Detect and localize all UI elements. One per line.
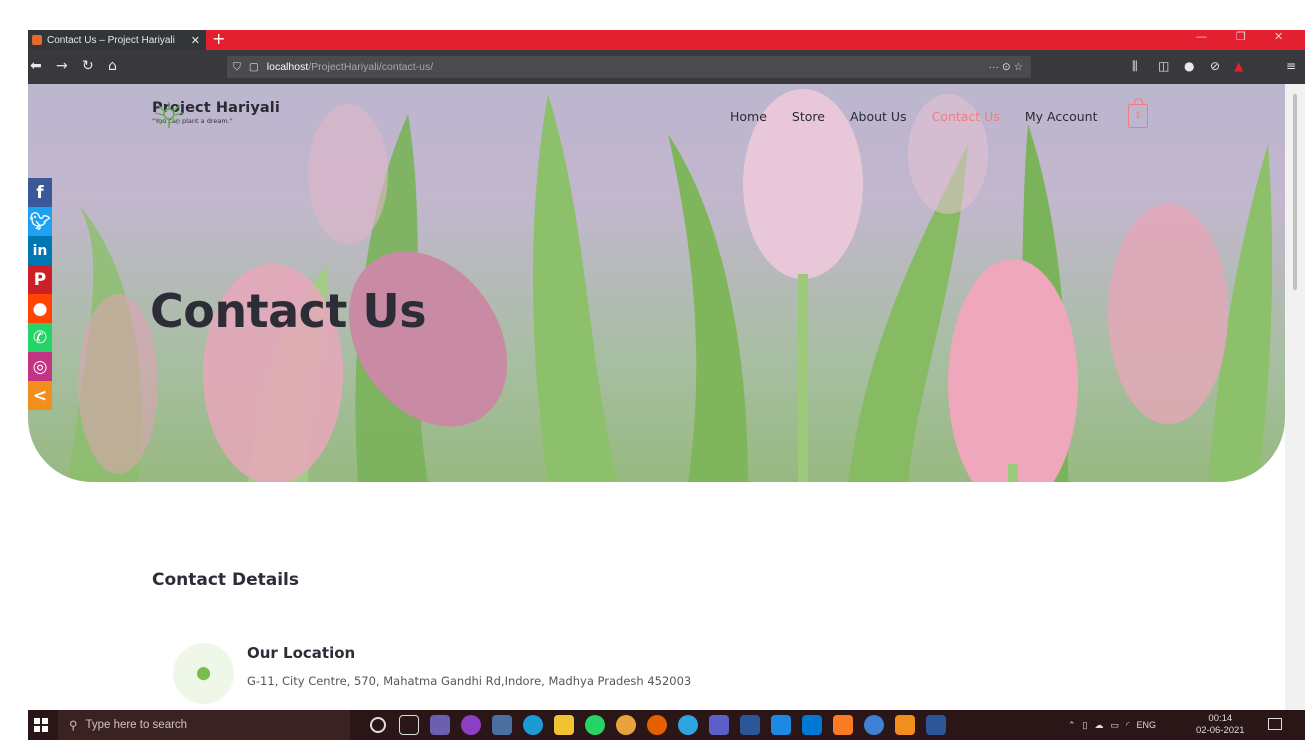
page-title: Contact Us [150,284,427,338]
forward-icon[interactable]: → [56,59,68,73]
whatsapp-taskbar-icon[interactable] [585,715,605,735]
notification-icon[interactable]: ▲ [1234,59,1243,73]
cart-button[interactable]: 1 [1128,98,1148,128]
reddit-icon[interactable]: ● [28,294,52,323]
xampp-icon[interactable] [833,715,853,735]
library-icon[interactable]: ⫼ [1132,59,1138,73]
facebook-icon[interactable]: f [28,178,52,207]
wifi-icon[interactable]: ◜ [1126,720,1130,731]
onedrive-icon[interactable]: ☁ [1095,720,1104,731]
nav-store[interactable]: Store [792,109,825,124]
chrome-icon[interactable] [616,715,636,735]
url-bar[interactable]: ⛉ ▢ localhost/ProjectHariyali/contact-us… [227,56,1031,78]
vscode-icon[interactable] [802,715,822,735]
extension-icon[interactable]: ● [1184,59,1194,73]
hero-banner: Project Hariyali "You can plant a dream.… [28,84,1285,482]
cart-count: 1 [1135,111,1141,121]
explorer-icon[interactable] [554,715,574,735]
edge-icon[interactable] [523,715,543,735]
main-nav: Home Store About Us Contact Us My Accoun… [730,109,1097,124]
tulip-background [68,89,1273,482]
url-actions[interactable]: ··· ⊙ ☆ [988,61,1023,73]
scrollbar-thumb[interactable] [1293,94,1297,290]
home-icon[interactable]: ⌂ [108,59,117,73]
site-brand[interactable]: Project Hariyali "You can plant a dream.… [152,100,280,128]
new-tab-button[interactable]: + [212,29,225,48]
pinterest-icon[interactable]: P [28,265,52,294]
system-tray: ⌃ ▯ ☁ ▭ ◜ ENG [1068,710,1156,740]
twitter-icon[interactable]: 🐦︎ [28,207,52,236]
contact-details-heading: Contact Details [152,570,299,590]
window-close-icon[interactable]: ✕ [1274,30,1283,43]
cortana-icon[interactable] [370,717,386,733]
screen: Contact Us – Project Hariyali ✕ + — ❐ ✕ … [0,0,1305,742]
tab-close-icon[interactable]: ✕ [191,34,200,47]
dev-icon[interactable] [740,715,760,735]
location-address: G-11, City Centre, 570, Mahatma Gandhi R… [247,674,692,688]
app-icon-4[interactable] [771,715,791,735]
taskbar-apps [368,715,946,735]
instagram-icon[interactable]: ◎ [28,352,52,381]
app-icon-2[interactable] [461,715,481,735]
search-icon: ⚲ [69,720,78,732]
tray-chevron-icon[interactable]: ⌃ [1068,720,1076,731]
page-icon: ▢ [248,61,259,73]
minimize-icon[interactable]: — [1196,30,1207,43]
shield-icon[interactable]: ⛉ [233,61,241,74]
browser-tab-bar: Contact Us – Project Hariyali ✕ + — ❐ ✕ [28,29,1305,50]
browser-tab[interactable]: Contact Us – Project Hariyali ✕ [28,30,206,50]
word-icon[interactable] [926,715,946,735]
app-icon-1[interactable] [430,715,450,735]
firefox-icon[interactable] [647,715,667,735]
location-title: Our Location [247,644,356,662]
tray-device-icon[interactable]: ▯ [1083,720,1088,731]
language-indicator[interactable]: ENG [1137,720,1157,730]
restore-icon[interactable]: ❐ [1236,30,1246,43]
task-view-icon[interactable] [399,715,419,735]
windows-taskbar: ⚲ Type here to search ⌃ ▯ ☁ ▭ ◜ ENG 00:1… [28,710,1305,740]
sidebar-icon[interactable]: ◫ [1158,59,1169,73]
web-page: Project Hariyali "You can plant a dream.… [28,84,1285,710]
hariyali-logo-icon [154,102,184,128]
back-icon[interactable]: ⬅ [30,59,42,73]
app-icon-5[interactable] [864,715,884,735]
social-share-bar: f 🐦︎ in P ● ✆ ◎ < [28,178,52,410]
reload-icon[interactable]: ↻ [82,59,94,73]
windows-start-icon[interactable] [34,718,48,732]
battery-icon[interactable]: ▭ [1111,720,1120,731]
nav-home[interactable]: Home [730,109,767,124]
nav-my-account[interactable]: My Account [1025,109,1098,124]
nav-contact-us[interactable]: Contact Us [932,109,1000,124]
taskbar-clock[interactable]: 00:14 02-06-2021 [1196,713,1245,737]
nav-about-us[interactable]: About Us [850,109,907,124]
location-pin-icon: ⬤ [173,643,234,704]
clock-date: 02-06-2021 [1196,725,1245,736]
whatsapp-icon[interactable]: ✆ [28,323,52,352]
telegram-icon[interactable] [678,715,698,735]
teams-icon[interactable] [709,715,729,735]
action-center-icon[interactable] [1268,718,1282,730]
menu-icon[interactable]: ≡ [1286,59,1296,73]
search-placeholder: Type here to search [85,719,188,731]
browser-nav-bar: ⬅ → ↻ ⌂ ⛉ ▢ localhost/ProjectHariyali/co… [28,50,1305,84]
block-icon[interactable]: ⊘ [1210,59,1220,73]
favicon-icon [32,35,42,45]
linkedin-icon[interactable]: in [28,236,52,265]
app-icon-3[interactable] [492,715,512,735]
page-scrollbar[interactable] [1285,84,1305,710]
vlc-icon[interactable] [895,715,915,735]
tab-title: Contact Us – Project Hariyali [47,34,175,46]
share-icon[interactable]: < [28,381,52,410]
clock-time: 00:14 [1208,713,1233,724]
url-text: localhost/ProjectHariyali/contact-us/ [266,61,434,73]
taskbar-search-input[interactable]: ⚲ Type here to search [58,710,350,740]
